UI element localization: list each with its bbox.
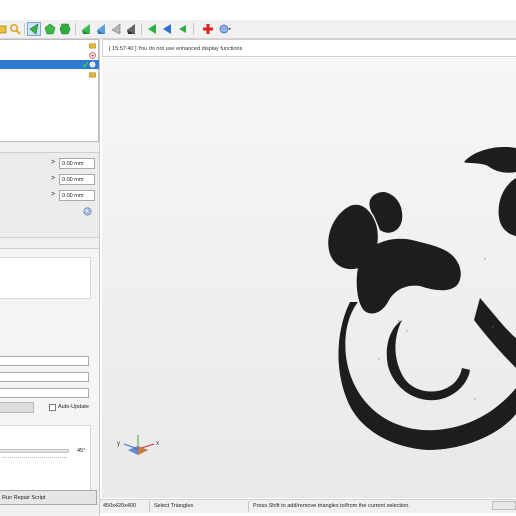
- mesh-model[interactable]: [102, 58, 516, 498]
- log-bar: [ 15:57:40 ] You do not use enhanced dis…: [102, 39, 516, 57]
- folder-icon: [89, 43, 96, 49]
- check-icon: [82, 61, 89, 68]
- expand-arrow[interactable]: >: [51, 175, 55, 182]
- axis-triad: y x: [117, 435, 159, 455]
- add-cross-icon[interactable]: [201, 22, 215, 36]
- hexagon-icon[interactable]: [58, 22, 72, 36]
- auto-update-label: Auto-Update: [58, 404, 89, 410]
- tree-item[interactable]: [0, 41, 99, 50]
- offset-field[interactable]: 0.00 mm: [59, 158, 95, 169]
- gear-icon: [89, 61, 96, 68]
- text-field[interactable]: [0, 388, 89, 398]
- run-repair-script-button[interactable]: Run Repair Script: [0, 490, 97, 505]
- text-field[interactable]: [0, 356, 89, 366]
- text-field[interactable]: [0, 372, 89, 382]
- param-row: > 0.00 mm: [0, 158, 99, 170]
- slider-ticks: [3, 457, 67, 460]
- tree-item[interactable]: [0, 70, 99, 79]
- status-mode: Select Triangles: [154, 503, 194, 509]
- reset-icon[interactable]: [83, 207, 92, 216]
- status-hint: Press Shift to add/remove triangles to/f…: [253, 503, 410, 509]
- axis-x-label: x: [156, 441, 159, 447]
- part-tree: [0, 39, 99, 142]
- options-dropdown-icon[interactable]: [218, 22, 232, 36]
- view-left-blue-icon[interactable]: [94, 22, 108, 36]
- offset-field[interactable]: 0.00 mm: [59, 174, 95, 185]
- main-toolbar: [0, 20, 516, 39]
- auto-update-checkbox[interactable]: [49, 404, 56, 411]
- target-icon: [89, 52, 96, 59]
- tree-item[interactable]: [0, 51, 99, 60]
- angle-box: 45°: [0, 425, 91, 491]
- info-box: [0, 257, 91, 299]
- expand-arrow[interactable]: >: [51, 191, 55, 198]
- param-row: > 0.00 mm: [0, 190, 99, 202]
- transform-parameters: > 0.00 mm > 0.00 mm > 0.00 mm: [0, 152, 99, 238]
- update-button[interactable]: [0, 402, 34, 413]
- select-arrow-icon[interactable]: [27, 22, 41, 36]
- search-icon[interactable]: [8, 22, 22, 36]
- angle-slider[interactable]: [0, 449, 69, 453]
- folder-icon[interactable]: [0, 22, 8, 36]
- axis-y-label: y: [117, 441, 120, 447]
- arrow-green-icon[interactable]: [145, 22, 159, 36]
- 3d-viewport[interactable]: y x: [102, 58, 516, 498]
- param-row: > 0.00 mm: [0, 174, 99, 186]
- left-panel: > 0.00 mm > 0.00 mm > 0.00 mm Auto-Updat…: [0, 39, 100, 516]
- pentagon-icon[interactable]: [43, 22, 57, 36]
- offset-field[interactable]: 0.00 mm: [59, 190, 95, 201]
- status-progress: [492, 501, 516, 510]
- options-panel: Auto-Update 45°: [0, 248, 99, 491]
- tree-item-selected[interactable]: [0, 60, 99, 69]
- view-left-grey-icon[interactable]: [109, 22, 123, 36]
- view-dark-icon[interactable]: [124, 22, 138, 36]
- log-message: [ 15:57:40 ] You do not use enhanced dis…: [109, 46, 243, 52]
- angle-value: 45°: [77, 448, 86, 454]
- status-bar: 450x420x400 Select Triangles Press Shift…: [100, 499, 516, 513]
- view-left-icon[interactable]: [79, 22, 93, 36]
- expand-arrow[interactable]: >: [51, 159, 55, 166]
- arrow-blue-icon[interactable]: [160, 22, 174, 36]
- status-dimensions: 450x420x400: [103, 503, 137, 509]
- folder-icon: [89, 72, 96, 78]
- arrow-green-small-icon[interactable]: [175, 22, 189, 36]
